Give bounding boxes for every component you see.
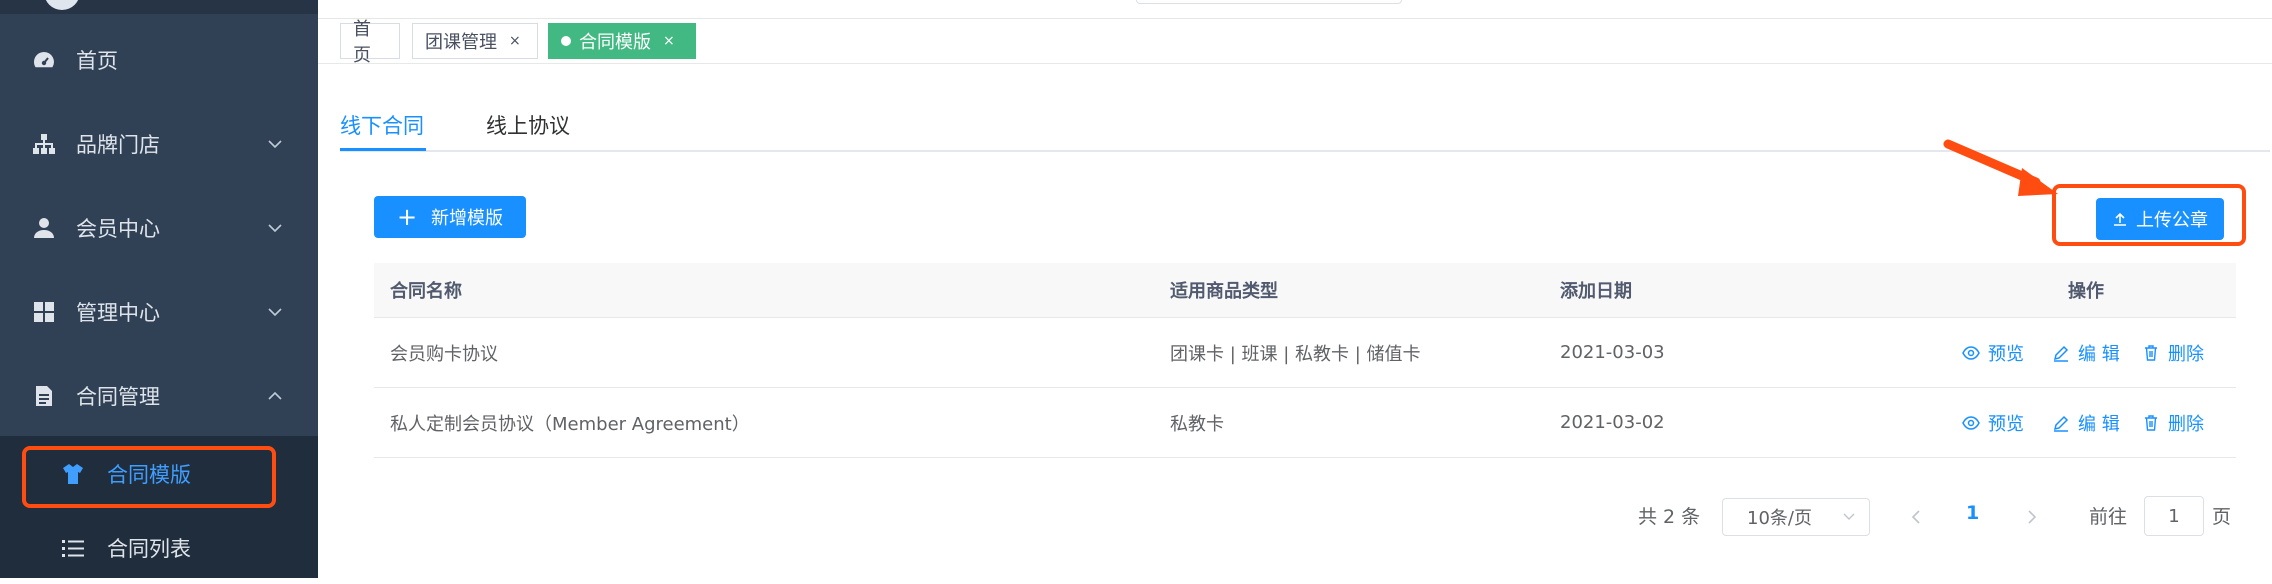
upload-seal-label: 上传公章 [2136,210,2208,231]
cell-types: 团课卡 | 班课 | 私教卡 | 储值卡 [1170,343,1421,365]
tag-label: 团课管理 [425,32,497,53]
sidebar-item-member-center[interactable]: 会员中心 [0,186,318,270]
preview-label: 预览 [1988,343,2024,365]
delete-label: 删除 [2168,413,2204,435]
chevron-down-icon [266,135,284,153]
tab-label: 线下合同 [340,114,424,138]
table-row: 会员购卡协议 团课卡 | 班课 | 私教卡 | 储值卡 2021-03-03 预… [374,318,2236,388]
delete-label: 删除 [2168,343,2204,365]
close-icon[interactable]: × [663,33,675,49]
tag-group-class[interactable]: 团课管理 × [412,23,538,59]
cell-types: 私教卡 [1170,413,1224,435]
list-icon [60,535,86,561]
chevron-down-icon [266,219,284,237]
eye-icon [1962,415,1980,430]
annotation-arrow-icon [1943,139,2058,196]
column-header-types: 适用商品类型 [1170,281,1278,302]
edit-icon [2053,415,2069,432]
chevron-left-icon [1911,510,1920,524]
navbar [318,0,2272,19]
preview-label: 预览 [1988,413,2024,435]
upload-seal-button[interactable]: 上传公章 [2096,198,2224,240]
tab-offline-contract[interactable]: 线下合同 [340,100,424,150]
org-chart-icon [30,130,58,158]
sidebar-item-label: 合同管理 [76,385,160,409]
sidebar: 首页 品牌门店 会员中心 管理中心 合同管理 合同模版 合同列表 [0,0,318,578]
chevron-down-icon [266,303,284,321]
goto-page-input[interactable] [2144,496,2204,536]
chevron-up-icon [266,387,284,405]
edit-label: 编 辑 [2078,413,2120,435]
sidebar-subitem-contract-template[interactable]: 合同模版 [0,438,318,510]
page-size-value: 10条/页 [1747,508,1812,529]
sidebar-item-label: 首页 [76,49,118,73]
sidebar-item-brand-stores[interactable]: 品牌门店 [0,102,318,186]
chevron-right-icon [2028,510,2037,524]
tag-label: 首页 [353,19,371,66]
delete-button[interactable]: 删除 [2142,318,2204,387]
sidebar-subitem-contract-list[interactable]: 合同列表 [0,512,318,584]
prev-page-button[interactable] [1904,504,1928,530]
close-icon[interactable]: × [509,33,521,49]
pagination-goto-label: 前往 [2089,506,2128,528]
tag-label: 合同模版 [579,32,651,53]
tags-view: 首页 团课管理 × 合同模版 × [318,19,2272,66]
sidebar-item-contract-management[interactable]: 合同管理 [0,354,318,438]
column-header-date: 添加日期 [1560,281,1632,302]
sidebar-item-management-center[interactable]: 管理中心 [0,270,318,354]
edit-label: 编 辑 [2078,343,2120,365]
sidebar-header [0,0,318,14]
pagination-total: 共 2 条 [1638,506,1701,528]
grid-icon [30,298,58,326]
edit-button[interactable]: 编 辑 [2052,318,2120,387]
sidebar-item-home[interactable]: 首页 [0,18,318,102]
add-template-label: 新增模版 [431,208,504,229]
cell-name: 会员购卡协议 [390,343,498,365]
edit-button[interactable]: 编 辑 [2052,388,2120,457]
sidebar-item-label: 管理中心 [76,301,160,325]
sidebar-subitem-label: 合同模版 [107,463,191,487]
cell-date: 2021-03-03 [1560,342,1665,363]
edit-icon [2053,345,2069,362]
column-header-name: 合同名称 [390,281,462,302]
chevron-down-icon [1841,508,1857,529]
preview-button[interactable]: 预览 [1962,318,2024,387]
add-template-button[interactable]: + 新增模版 [374,196,526,238]
tab-active-indicator [340,148,426,151]
tag-home[interactable]: 首页 [340,19,400,66]
cell-date: 2021-03-02 [1560,412,1665,433]
table-row: 私人定制会员协议（Member Agreement） 私教卡 2021-03-0… [374,388,2236,458]
navbar-search-input[interactable] [1136,0,1402,4]
page-size-select[interactable]: 10条/页 [1722,498,1870,536]
upload-icon [2112,211,2128,227]
dashboard-icon [30,46,58,74]
tab-online-agreement[interactable]: 线上协议 [486,100,570,150]
sidebar-subitem-label: 合同列表 [107,537,191,561]
pagination-unit-label: 页 [2212,506,2232,528]
trash-icon [2145,414,2157,431]
preview-button[interactable]: 预览 [1962,388,2024,457]
page-number-current[interactable]: 1 [1966,502,1979,524]
next-page-button[interactable] [2020,504,2044,530]
active-dot-icon [561,36,571,46]
cell-name: 私人定制会员协议（Member Agreement） [390,413,750,435]
tag-contract-template[interactable]: 合同模版 × [548,23,696,59]
delete-button[interactable]: 删除 [2142,388,2204,457]
logo [44,0,80,10]
sidebar-item-label: 品牌门店 [76,133,160,157]
shirt-icon [60,461,86,487]
user-icon [30,214,58,242]
column-header-actions: 操作 [2068,281,2104,302]
document-icon [30,382,58,410]
eye-icon [1962,345,1980,360]
trash-icon [2145,344,2157,361]
table-header: 合同名称 适用商品类型 添加日期 操作 [374,263,2236,318]
sidebar-item-label: 会员中心 [76,217,160,241]
tab-label: 线上协议 [486,114,570,138]
plus-icon: + [396,203,418,231]
